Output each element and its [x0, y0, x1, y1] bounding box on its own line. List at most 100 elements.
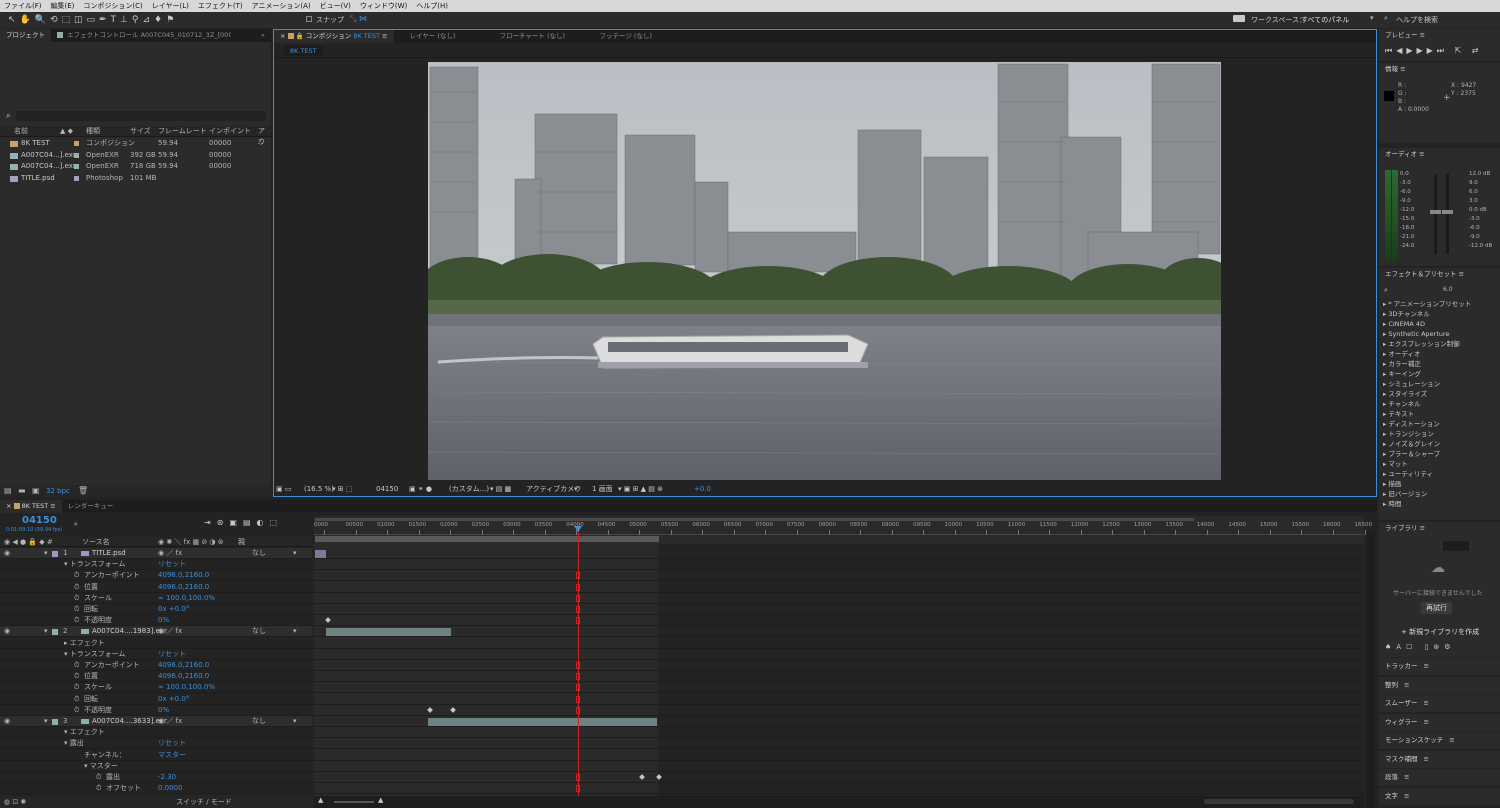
new-library-button[interactable]: + 新規ライブラリを作成	[1401, 627, 1479, 637]
bpc-button[interactable]: 32 bpc	[46, 485, 70, 497]
zoom-dropdown-icon[interactable]: ▾ ⊞ ⬚	[332, 482, 352, 496]
side-panel-header[interactable]: ウィグラー ≡	[1379, 713, 1500, 731]
property-row[interactable]: チャンネル： マスター	[0, 749, 312, 761]
keyframe[interactable]	[639, 774, 645, 780]
col-name[interactable]: 名前	[14, 126, 28, 137]
effects-category[interactable]: ▸ オーディオ	[1383, 349, 1493, 359]
side-panel-header[interactable]: トラッカー ≡	[1379, 658, 1500, 675]
label-swatch[interactable]	[52, 629, 58, 636]
breadcrumb-8k-test[interactable]: 8K TEST	[284, 46, 323, 56]
timeline-bottom-nav[interactable]: ▲ ▲	[314, 796, 1364, 808]
property-value[interactable]: 4096.0,2160.0	[158, 582, 209, 593]
effects-category[interactable]: ▸ テキスト	[1383, 409, 1493, 419]
source-name-header[interactable]: ソース名	[82, 537, 110, 547]
side-panel-header[interactable]: 段落 ≡	[1379, 769, 1500, 786]
menu-item[interactable]: 編集(E)	[51, 0, 75, 12]
property-row[interactable]: ▾ 露出 リセット	[0, 738, 312, 750]
work-area-range[interactable]	[315, 536, 659, 542]
help-search-icon[interactable]: ⌕	[1384, 14, 1388, 23]
stopwatch-icon[interactable]: ⏱	[74, 671, 79, 682]
menu-item[interactable]: ファイル(F)	[4, 0, 42, 12]
new-comp-icon[interactable]: ▣	[32, 485, 40, 497]
property-name[interactable]: ▸ エフェクト	[64, 638, 105, 649]
property-row[interactable]: ▾ トランスフォーム リセット	[0, 559, 312, 571]
search-input[interactable]	[16, 111, 266, 121]
property-value[interactable]: 4096.0,2160.0	[158, 671, 209, 682]
stopwatch-icon[interactable]: ⏱	[96, 783, 101, 794]
views-select[interactable]: 1 画面	[592, 482, 613, 496]
property-value[interactable]: 0x +0.0°	[158, 604, 189, 615]
snapshot-icons[interactable]: ▣ ⚭ ●	[409, 482, 432, 496]
property-row[interactable]: ⏱ 回転 0x +0.0°	[0, 693, 312, 705]
property-row[interactable]: ▾ マスター	[0, 760, 312, 772]
property-name[interactable]: ▾ 露出	[64, 738, 84, 749]
timeline-scrollbar[interactable]	[1366, 532, 1375, 808]
property-value[interactable]: リセット	[158, 738, 186, 749]
camera-select[interactable]: アクティブカメラ	[526, 482, 581, 496]
stopwatch-icon[interactable]: ⏱	[74, 570, 79, 581]
property-name[interactable]: ▾ トランスフォーム	[64, 559, 125, 570]
effects-category[interactable]: ▸ カラー補正	[1383, 359, 1493, 369]
label-swatch[interactable]	[52, 719, 58, 725]
layer-row[interactable]: ◉ ▾ 2 A007C04....1983].exr ◉ ／ fx なし ▾	[0, 626, 312, 638]
effects-category[interactable]: ▸ ユーティリティ	[1383, 469, 1493, 479]
menu-item[interactable]: アニメーション(A)	[252, 0, 311, 12]
parent-dropdown-icon[interactable]: ▾	[293, 548, 297, 559]
tool-icons[interactable]: ↖✋🔍⟲⬚◫▭✒T⊥⚲⊿♦⚑	[8, 14, 178, 26]
parent-select[interactable]: なし	[252, 626, 266, 637]
exposure-value[interactable]: +0.0	[694, 482, 711, 496]
audio-slider-left[interactable]	[1430, 174, 1441, 254]
visibility-eye-icon[interactable]: ◉	[4, 716, 10, 727]
panel-menu-icon[interactable]: ≡	[1423, 699, 1428, 707]
effects-category[interactable]: ▸ Synthetic Aperture	[1383, 329, 1493, 339]
layer-switches[interactable]: ◉ ／ fx	[158, 548, 182, 559]
effects-category[interactable]: ▸ ブラー＆シャープ	[1383, 449, 1493, 459]
property-row[interactable]: ⏱ スケール ∞ 100.0,100.0%	[0, 592, 312, 604]
effects-category[interactable]: ▸ CINEMA 4D	[1383, 319, 1493, 329]
property-name[interactable]: ▾ エフェクト	[64, 727, 105, 738]
property-row[interactable]: ⏱ 位置 4096.0,2160.0	[0, 581, 312, 593]
panel-overflow-icon[interactable]: »	[255, 29, 271, 42]
playhead-handle[interactable]	[574, 526, 582, 532]
twirl-icon[interactable]: ▾	[44, 626, 48, 637]
effects-category[interactable]: ▸ 描画	[1383, 479, 1493, 489]
panel-menu-icon[interactable]: ≡	[1404, 792, 1409, 800]
always-preview-icon[interactable]: ▣ ▭	[276, 482, 291, 496]
property-row[interactable]: ⏱ 不透明度 0%	[0, 615, 312, 627]
tab-timeline-comp[interactable]: × 8K TEST ≡	[0, 500, 62, 513]
effects-category[interactable]: ▸ スタイライズ	[1383, 389, 1493, 399]
layer-duration-bar[interactable]	[428, 718, 657, 726]
menu-item[interactable]: レイヤー(L)	[152, 0, 189, 12]
property-value[interactable]: リセット	[158, 559, 186, 570]
layer-name[interactable]: TITLE.psd	[92, 548, 126, 559]
library-footer-icons[interactable]: ♠A☐ ▯⊛⚙	[1385, 643, 1456, 651]
layer-row[interactable]: ◉ ▾ 1 TITLE.psd ◉ ／ fx なし ▾	[0, 548, 312, 559]
panel-menu-icon[interactable]: ≡	[1424, 718, 1429, 726]
tab-layer[interactable]: レイヤー (なし)	[404, 30, 484, 43]
parent-header[interactable]: 親	[238, 537, 245, 547]
stopwatch-icon[interactable]: ⏱	[74, 593, 79, 604]
effects-search-input[interactable]: 6.0	[1443, 286, 1453, 293]
property-value[interactable]: 0.0000	[158, 783, 183, 794]
property-row[interactable]: ⏱ 不透明度 0%	[0, 704, 312, 716]
property-value[interactable]: 4096.0,2160.0	[158, 570, 209, 581]
tab-project[interactable]: プロジェクト	[0, 29, 51, 42]
menu-item[interactable]: ビュー(V)	[320, 0, 351, 12]
side-panel-header[interactable]: マスク補間 ≡	[1379, 750, 1500, 768]
snap-options-icon[interactable]: ⤡ ⋈	[350, 14, 367, 24]
panel-menu-icon[interactable]: ≡	[1424, 755, 1429, 763]
stopwatch-icon[interactable]: ⏱	[74, 615, 79, 626]
property-value[interactable]: -2.30	[158, 772, 176, 783]
property-row[interactable]: ⏱ 露出 -2.30	[0, 772, 312, 783]
visibility-eye-icon[interactable]: ◉	[4, 626, 10, 637]
keyframe[interactable]	[427, 706, 433, 713]
keyframe[interactable]	[325, 617, 331, 624]
effects-search-icon[interactable]: ⌕	[1384, 286, 1388, 295]
label-swatch[interactable]	[52, 551, 58, 557]
stopwatch-icon[interactable]: ⏱	[74, 582, 79, 593]
layer-duration-bar[interactable]	[315, 550, 326, 558]
layer-duration-bar[interactable]	[326, 628, 451, 637]
parent-select[interactable]: なし	[252, 548, 266, 559]
project-item[interactable]: 8K TEST コンポジション 59.94 00000	[0, 138, 271, 149]
col-size[interactable]: サイズ	[130, 126, 151, 137]
